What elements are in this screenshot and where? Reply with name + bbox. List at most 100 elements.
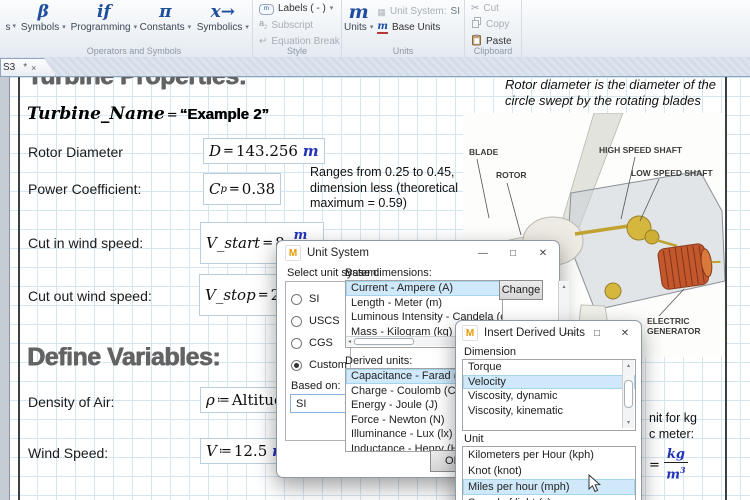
label-tag-icon: m — [259, 4, 274, 15]
left-margin — [0, 57, 10, 500]
radio-icon — [291, 360, 302, 371]
cut-out-label[interactable]: Cut out wind speed: — [28, 288, 152, 304]
unit-system-icon: ▦ — [377, 6, 386, 18]
electric-generator-label2: GENERATOR — [647, 326, 701, 336]
power-coefficient-expression[interactable]: Cp=0.38 — [203, 173, 281, 205]
dimension-list[interactable]: TorqueVelocityViscosity, dynamicViscosit… — [462, 359, 636, 431]
chevron-down-icon: ▾ — [188, 22, 192, 34]
radio-icon — [291, 316, 302, 327]
high-speed-shaft-label: HIGH SPEED SHAFT — [599, 145, 683, 155]
group-label: Units — [342, 46, 464, 56]
power-coefficient-label[interactable]: Power Coefficient: — [28, 181, 141, 197]
modified-indicator: * — [23, 62, 27, 73]
partial-button-label: s — [5, 22, 10, 33]
copy-icon — [471, 17, 482, 32]
list-item[interactable]: Viscosity, kinematic — [463, 404, 635, 419]
minimize-icon[interactable]: — — [469, 241, 497, 265]
minimize-icon[interactable]: — — [555, 321, 583, 345]
units-button[interactable]: m Units▾ — [342, 0, 375, 34]
group-units: m Units▾ ▦ Unit System: SI m Base Units … — [342, 0, 465, 57]
tab-close-icon[interactable]: × — [31, 63, 36, 73]
close-icon[interactable]: ✕ — [529, 241, 557, 265]
change-button[interactable]: Change — [499, 280, 543, 300]
blade-label: BLADE — [469, 147, 499, 157]
cut-in-label[interactable]: Cut in wind speed: — [28, 235, 143, 251]
list-item[interactable]: Current - Ampere (A) — [346, 281, 502, 296]
scrollbar-thumb[interactable] — [354, 338, 414, 345]
group-label: Style — [253, 46, 341, 56]
partial-note: nit for kg c meter: — [649, 411, 697, 442]
base-units-icon: m — [377, 22, 388, 34]
list-item[interactable]: Viscosity, dynamic — [463, 389, 635, 404]
programming-button[interactable]: if Programming▾ — [71, 0, 138, 34]
maximize-icon[interactable]: □ — [583, 321, 611, 345]
wind-speed-label[interactable]: Wind Speed: — [28, 445, 108, 461]
section-heading[interactable]: Define Variables: — [27, 343, 220, 372]
group-label: Operators and Symbols — [16, 46, 252, 56]
rotor-diameter-expression[interactable]: D=143.256 m — [203, 138, 325, 164]
rotor-diameter-note[interactable]: Rotor diameter is the diameter of the ci… — [505, 77, 716, 109]
scrollbar-thumb[interactable] — [624, 380, 633, 408]
radio-si[interactable]: SI — [291, 293, 319, 305]
worksheet-tab[interactable]: S3 * × — [0, 58, 56, 76]
unit-list[interactable]: Kilometers per Hour (kph)Knot (knot)Mile… — [462, 446, 636, 500]
radio-cgs[interactable]: CGS — [291, 337, 333, 349]
ribbon-partial-button[interactable]: s ▾ — [0, 0, 16, 33]
cut-button[interactable]: ✂ Cut — [471, 3, 512, 15]
scissors-icon: ✂ — [471, 3, 479, 15]
symbolics-button[interactable]: x→ Symbolics▾ — [194, 0, 252, 34]
base-units-button[interactable]: m Base Units — [377, 22, 460, 34]
low-speed-shaft-label: LOW SPEED SHAFT — [631, 168, 714, 178]
subscript-icon: a2 — [259, 17, 267, 34]
chevron-down-icon: ▾ — [245, 22, 249, 34]
chevron-down-icon: ▾ — [330, 3, 334, 15]
list-item[interactable]: Speed of light (c) — [463, 495, 635, 500]
radio-icon — [291, 338, 302, 349]
maximize-icon[interactable]: □ — [499, 241, 527, 265]
rotor-label: ROTOR — [496, 170, 527, 180]
list-item[interactable]: Kilometers per Hour (kph) — [463, 447, 635, 463]
list-item[interactable]: Length - Meter (m) — [346, 296, 502, 311]
density-label[interactable]: Density of Air: — [28, 394, 114, 410]
labels-button[interactable]: m Labels ( - ) ▾ — [259, 3, 340, 15]
scroll-down-icon[interactable]: ▾ — [627, 419, 630, 426]
symbols-button[interactable]: β Symbols▾ — [16, 0, 71, 34]
cp-range-note[interactable]: Ranges from 0.25 to 0.45, dimension less… — [310, 165, 458, 212]
radio-icon — [291, 294, 302, 305]
mathcad-app-icon: M — [285, 245, 301, 261]
scroll-left-icon[interactable]: ◂ — [348, 338, 351, 345]
constants-button[interactable]: π Constants▾ — [137, 0, 193, 34]
m-unit-icon: m — [349, 2, 369, 22]
ribbon: s ▾ β Symbols▾ if Programming▾ π Constan… — [0, 0, 750, 58]
radio-uscs[interactable]: USCS — [291, 315, 340, 327]
unit-system-indicator: ▦ Unit System: SI — [377, 6, 460, 18]
mouse-cursor — [588, 474, 601, 493]
list-item[interactable]: Torque — [463, 360, 635, 375]
radio-custom[interactable]: Custom — [291, 359, 347, 371]
yaw-gear — [605, 283, 621, 299]
group-operators-and-symbols: β Symbols▾ if Programming▾ π Constants▾ … — [16, 0, 253, 57]
turbine-name-expression[interactable]: Turbine_Name=“Example 2” — [27, 104, 269, 124]
group-label: Clipboard — [465, 46, 521, 56]
scroll-up-icon[interactable]: ▴ — [627, 362, 630, 369]
page-border-right — [725, 57, 727, 500]
copy-button[interactable]: Copy — [471, 17, 512, 32]
x-arrow-icon: x→ — [211, 2, 235, 22]
list-item[interactable]: Knot (knot) — [463, 463, 635, 479]
dimension-list-scrollbar[interactable]: ▴ ▾ — [622, 360, 634, 428]
density-unit-expression[interactable]: = kg m3 — [647, 448, 688, 482]
chevron-down-icon: ▾ — [370, 22, 374, 34]
list-item[interactable]: Velocity — [463, 375, 635, 390]
rotor-diameter-label[interactable]: Rotor Diameter — [28, 144, 123, 160]
mathcad-window: s ▾ β Symbols▾ if Programming▾ π Constan… — [0, 0, 750, 500]
group-style: m Labels ( - ) ▾ a2 Subscript ↵ Equation… — [253, 0, 342, 57]
mathcad-app-icon: M — [462, 325, 478, 341]
pi-icon: π — [159, 2, 171, 22]
close-icon[interactable]: ✕ — [611, 321, 639, 345]
subscript-button[interactable]: a2 Subscript — [259, 17, 340, 34]
group-clipboard: ✂ Cut Copy Paste Clipboard — [465, 0, 522, 57]
scroll-up-icon[interactable]: ▴ — [562, 283, 565, 290]
based-on-combo[interactable]: SI ▾ — [290, 394, 352, 413]
list-item[interactable]: Miles per hour (mph) — [463, 479, 635, 495]
page-border-left — [18, 57, 20, 500]
